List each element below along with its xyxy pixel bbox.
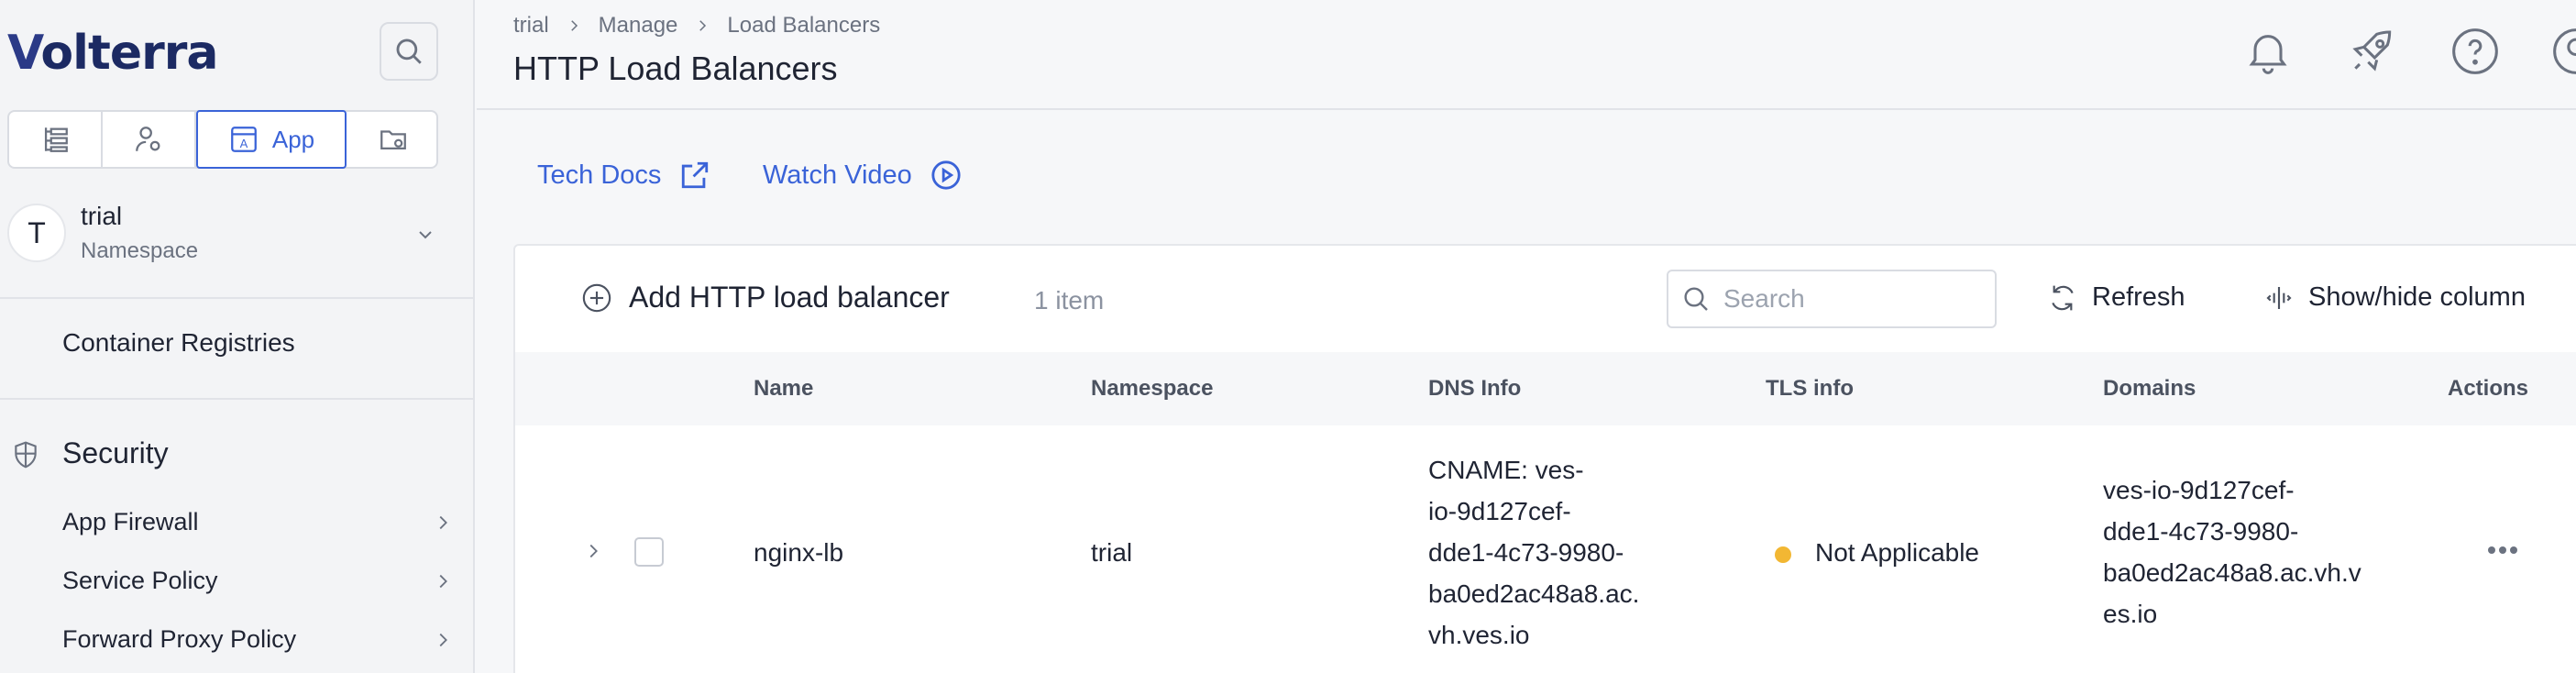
chevron-right-icon bbox=[570, 20, 578, 31]
table-search bbox=[1667, 270, 1997, 328]
app-icon: A bbox=[230, 127, 257, 152]
more-actions-icon[interactable] bbox=[2484, 541, 2521, 559]
workspace-switcher: A App bbox=[7, 110, 438, 169]
shield-icon bbox=[15, 441, 37, 469]
page-header: trial Manage Load Balancers HTTP Load Ba… bbox=[477, 0, 2576, 110]
logo-letter-v: V bbox=[7, 26, 41, 81]
status-dot bbox=[1775, 546, 1791, 563]
refresh-label: Refresh bbox=[2092, 282, 2185, 312]
tree-icon bbox=[44, 127, 68, 152]
breadcrumb-item-load-balancers[interactable]: Load Balancers bbox=[727, 13, 880, 39]
user-settings-icon bbox=[136, 127, 160, 151]
section-title-security: Security bbox=[62, 436, 169, 469]
search-icon bbox=[1684, 287, 1708, 311]
sidebar-divider bbox=[0, 297, 475, 299]
dns-line: dde1-4c73-9980- bbox=[1428, 538, 1624, 567]
sidebar-divider bbox=[0, 398, 475, 400]
table-toolbar: Add HTTP load balancer 1 item Refresh Sh… bbox=[515, 246, 2576, 352]
sidebar-item-container-registries[interactable]: Container Registries bbox=[62, 328, 295, 358]
cell-namespace: trial bbox=[1091, 538, 1133, 567]
tech-docs-link[interactable]: Tech Docs bbox=[537, 160, 710, 191]
add-button-label: Add HTTP load balancer bbox=[629, 281, 950, 314]
watch-video-link[interactable]: Watch Video bbox=[763, 160, 962, 191]
add-http-load-balancer-button[interactable]: Add HTTP load balancer bbox=[581, 281, 950, 314]
external-link-icon bbox=[682, 161, 709, 189]
sidebar-item-label: Forward Proxy Policy bbox=[62, 625, 297, 653]
tech-docs-label: Tech Docs bbox=[537, 160, 662, 190]
volterra-logo[interactable]: Volterra bbox=[7, 26, 218, 81]
dns-line: CNAME: ves- bbox=[1428, 456, 1584, 484]
cell-domains: ves-io-9d127cef- dde1-4c73-9980- ba0ed2a… bbox=[2103, 469, 2361, 634]
row-checkbox[interactable] bbox=[634, 537, 664, 567]
sidebar: Volterra A App T trial Namespace Contain… bbox=[0, 0, 475, 673]
sidebar-search-button[interactable] bbox=[380, 22, 438, 81]
dns-line: vh.ves.io bbox=[1428, 621, 1530, 649]
sidebar-item-label: Service Policy bbox=[62, 567, 218, 594]
domain-line: dde1-4c73-9980- bbox=[2103, 517, 2299, 546]
table-row[interactable]: nginx-lb trial CNAME: ves- io-9d127cef- … bbox=[515, 425, 2576, 673]
column-header-tls-info[interactable]: TLS info bbox=[1766, 376, 1854, 402]
column-header-dns-info[interactable]: DNS Info bbox=[1428, 376, 1521, 402]
item-count: 1 item bbox=[1034, 286, 1105, 314]
logo-text: olterra bbox=[40, 26, 218, 81]
tab-users[interactable] bbox=[103, 112, 196, 167]
show-hide-label: Show/hide column bbox=[2308, 282, 2526, 312]
tab-app-label: App bbox=[271, 125, 315, 153]
cell-dns-info: CNAME: ves- io-9d127cef- dde1-4c73-9980-… bbox=[1428, 449, 1639, 656]
rocket-icon[interactable] bbox=[2347, 26, 2398, 77]
page-title: HTTP Load Balancers bbox=[513, 50, 838, 87]
search-input[interactable] bbox=[1723, 284, 1980, 314]
tab-app[interactable]: A App bbox=[196, 110, 347, 169]
tls-status-text: Not Applicable bbox=[1815, 538, 1980, 567]
chevron-right-icon bbox=[699, 20, 707, 31]
bell-icon[interactable] bbox=[2242, 26, 2294, 77]
watch-video-label: Watch Video bbox=[763, 160, 912, 190]
sidebar-item-service-policy[interactable]: Service Policy bbox=[62, 567, 453, 595]
sidebar-item-app-firewall[interactable]: App Firewall bbox=[62, 508, 453, 536]
namespace-avatar: T bbox=[7, 204, 66, 262]
chevron-down-icon bbox=[419, 231, 432, 239]
refresh-icon bbox=[2052, 285, 2074, 310]
sidebar-item-label: App Firewall bbox=[62, 508, 199, 535]
column-header-name[interactable]: Name bbox=[754, 376, 813, 402]
svg-text:A: A bbox=[239, 138, 248, 151]
breadcrumb: trial Manage Load Balancers bbox=[513, 13, 880, 39]
namespace-name: trial bbox=[81, 202, 123, 230]
folder-gear-icon bbox=[380, 130, 406, 150]
domain-line: ba0ed2ac48a8.ac.vh.v bbox=[2103, 558, 2361, 587]
domain-line: ves-io-9d127cef- bbox=[2103, 476, 2295, 504]
breadcrumb-item-trial[interactable]: trial bbox=[513, 13, 549, 39]
dns-line: io-9d127cef- bbox=[1428, 497, 1571, 525]
chevron-right-icon bbox=[439, 574, 447, 588]
user-profile-icon[interactable] bbox=[2550, 26, 2576, 77]
column-header-actions: Actions bbox=[2448, 376, 2529, 401]
column-header-domains[interactable]: Domains bbox=[2103, 376, 2196, 402]
cell-tls-info: Not Applicable bbox=[1775, 532, 1979, 573]
plus-circle-icon bbox=[582, 283, 611, 312]
play-circle-icon bbox=[931, 160, 961, 190]
chevron-right-icon[interactable] bbox=[583, 539, 603, 563]
columns-icon bbox=[2266, 286, 2292, 309]
domain-line: es.io bbox=[2103, 600, 2158, 628]
refresh-button[interactable]: Refresh bbox=[2048, 282, 2185, 313]
search-icon bbox=[396, 39, 422, 64]
tab-system[interactable] bbox=[9, 112, 103, 167]
cell-name[interactable]: nginx-lb bbox=[754, 532, 843, 573]
breadcrumb-item-manage[interactable]: Manage bbox=[599, 13, 678, 39]
chevron-right-icon bbox=[439, 633, 447, 646]
dns-line: ba0ed2ac48a8.ac. bbox=[1428, 579, 1640, 608]
namespace-selector[interactable]: T trial Namespace bbox=[7, 200, 457, 273]
help-icon[interactable] bbox=[2449, 26, 2501, 77]
chevron-right-icon bbox=[439, 515, 447, 529]
load-balancers-card: Add HTTP load balancer 1 item Refresh Sh… bbox=[513, 244, 2576, 673]
sidebar-item-forward-proxy-policy[interactable]: Forward Proxy Policy bbox=[62, 625, 453, 654]
table-header: Name Namespace DNS Info TLS info Domains… bbox=[515, 352, 2576, 425]
tab-shared-config[interactable] bbox=[347, 112, 440, 167]
namespace-label: Namespace bbox=[81, 238, 199, 263]
show-hide-column-button[interactable]: Show/hide column bbox=[2264, 282, 2526, 313]
column-header-namespace[interactable]: Namespace bbox=[1091, 376, 1213, 402]
